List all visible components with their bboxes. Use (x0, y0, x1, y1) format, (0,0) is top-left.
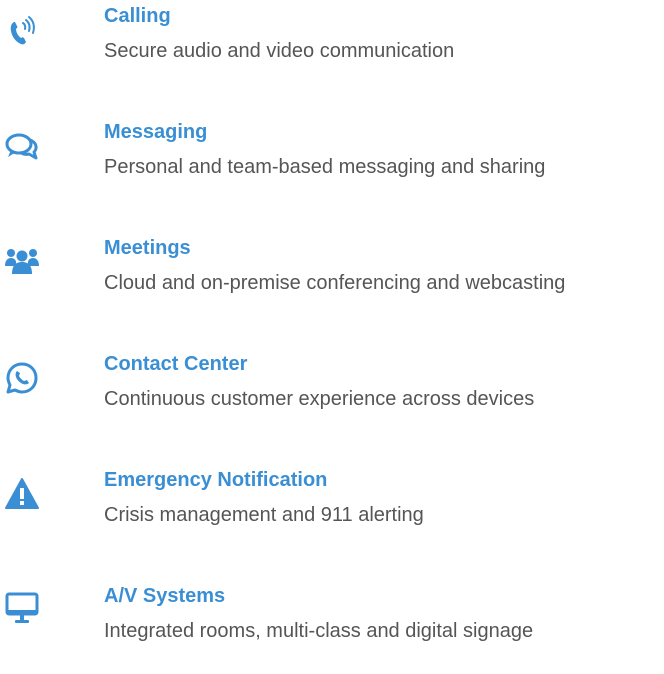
feature-description: Crisis management and 911 alerting (104, 504, 424, 526)
feature-meetings: Meetings Cloud and on-premise conferenci… (0, 236, 664, 326)
chat-bubbles-icon (4, 130, 40, 166)
phone-calling-icon (4, 14, 40, 50)
feature-calling: Calling Secure audio and video communica… (0, 4, 664, 94)
feature-description: Personal and team-based messaging and sh… (104, 156, 546, 178)
feature-description: Cloud and on-premise conferencing and we… (104, 272, 566, 294)
feature-title: Messaging (104, 121, 208, 143)
feature-emergency-notification: Emergency Notification Crisis management… (0, 468, 664, 558)
feature-title: Meetings (104, 237, 191, 259)
desktop-monitor-icon (4, 590, 40, 626)
feature-contact-center: Contact Center Continuous customer exper… (0, 352, 664, 442)
feature-av-systems: A/V Systems Integrated rooms, multi-clas… (0, 584, 664, 674)
feature-description: Continuous customer experience across de… (104, 388, 535, 410)
whatsapp-phone-icon (4, 360, 40, 396)
feature-title: A/V Systems (104, 585, 226, 607)
feature-description: Integrated rooms, multi-class and digita… (104, 620, 534, 642)
warning-triangle-icon (4, 476, 40, 512)
feature-title: Calling (104, 5, 171, 27)
feature-description: Secure audio and video communication (104, 40, 455, 62)
feature-title: Contact Center (104, 353, 248, 375)
feature-messaging: Messaging Personal and team-based messag… (0, 120, 664, 210)
users-group-icon (4, 244, 40, 280)
feature-title: Emergency Notification (104, 469, 328, 491)
